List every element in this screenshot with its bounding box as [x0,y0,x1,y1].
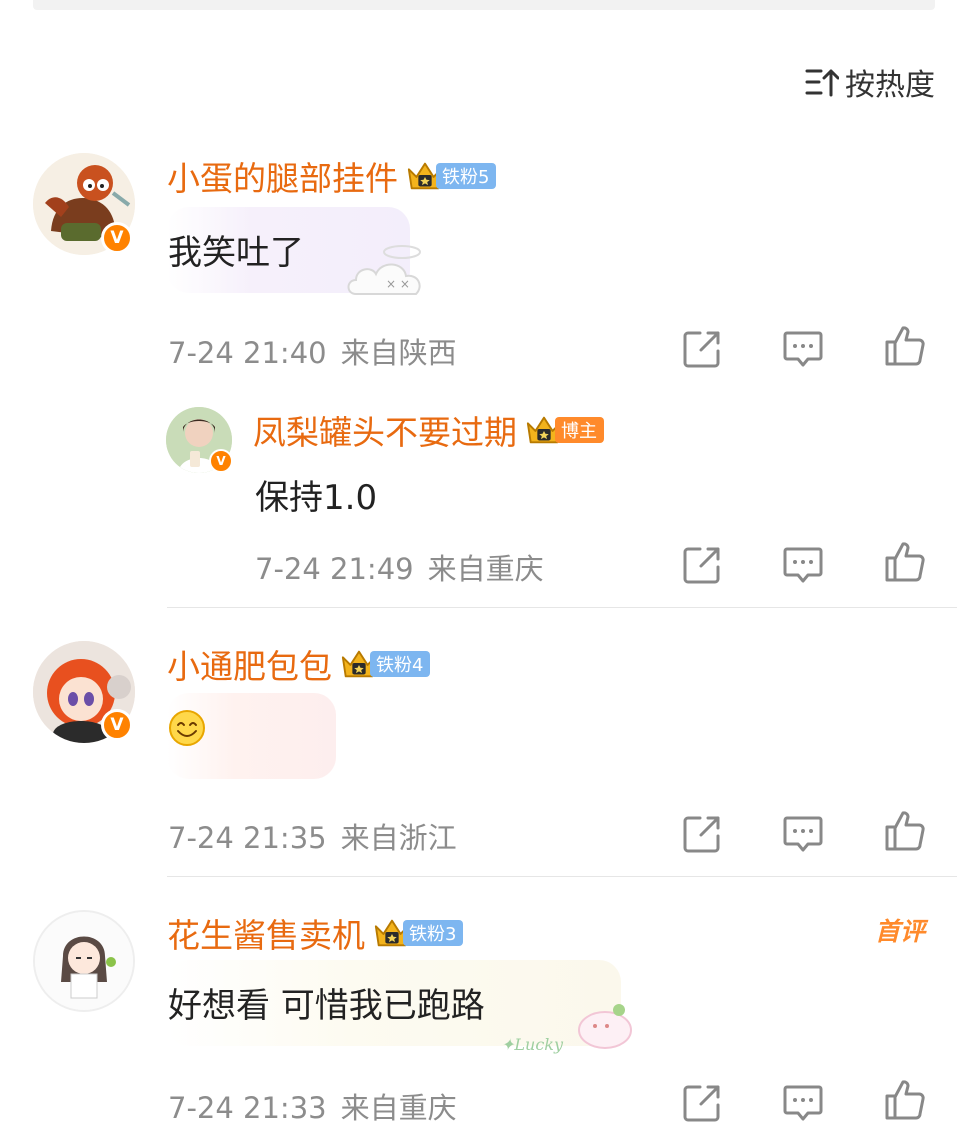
previous-section-bottom [33,0,935,10]
like-icon[interactable] [883,540,927,584]
reply-verified-badge: V [209,449,233,473]
fan-badge-label: 铁粉4 [370,651,431,677]
fan-badge-label: 铁粉3 [403,920,464,946]
divider [167,876,957,877]
comment-time: 7-24 21:40 [168,336,327,370]
comment-text: 我笑吐了 [168,233,304,273]
reply-location: 来自重庆 [427,552,544,586]
sort-icon [805,69,839,97]
sort-label: 按热度 [845,68,935,103]
sort-by-hot-button[interactable]: 按热度 [805,60,935,104]
blogger-badge[interactable]: 博主 [525,415,604,445]
username[interactable]: 小通肥包包 [167,640,332,688]
reply-username[interactable]: 凤梨罐头不要过期 [253,406,517,454]
like-icon[interactable] [883,809,927,853]
fan-badge-label: 铁粉5 [436,163,497,189]
comment-location: 来自重庆 [340,1091,457,1125]
reply-text: 保持1.0 [255,478,378,518]
smile-emoji-icon [169,710,205,746]
avatar[interactable] [33,910,135,1012]
comment-header: 小通肥包包 铁粉4 [167,640,431,688]
like-icon[interactable] [883,1078,927,1122]
username[interactable]: 小蛋的腿部挂件 [167,152,398,200]
verified-badge: V [101,222,133,254]
share-icon[interactable] [681,811,725,855]
first-comment-label: 首评 [874,917,925,946]
share-icon[interactable] [681,326,725,370]
chibi-girl-avatar-icon [35,912,133,1010]
comment-location: 来自陕西 [340,336,457,370]
reply-header: 凤梨罐头不要过期 博主 [253,406,604,454]
reply-meta: 7-24 21:49 来自重庆 [255,546,544,588]
comment-location: 来自浙江 [340,821,457,855]
comment-text: 好想看 可惜我已跑路 [168,986,485,1026]
comment-meta: 7-24 21:35 来自浙江 [168,815,457,857]
comment-icon[interactable] [781,811,825,855]
cloud-ghost-sticker-icon: × × [347,245,421,295]
blogger-badge-label: 博主 [555,417,604,443]
username[interactable]: 花生酱售卖机 [167,909,365,957]
like-icon[interactable] [883,324,927,368]
comment-time: 7-24 21:35 [168,821,327,855]
svg-text:✦Lucky: ✦Lucky [501,1035,564,1054]
fan-badge[interactable]: 铁粉4 [340,649,431,679]
fan-badge[interactable]: 铁粉3 [373,918,464,948]
comment-header: 小蛋的腿部挂件 铁粉5 [167,152,497,200]
comment-icon[interactable] [781,326,825,370]
comment-meta: 7-24 21:40 来自陕西 [168,330,457,372]
reply-time: 7-24 21:49 [255,552,414,586]
svg-text:× ×: × × [386,277,410,291]
verified-badge: V [101,709,133,741]
comment-icon[interactable] [781,542,825,586]
share-icon[interactable] [681,542,725,586]
comment-header: 花生酱售卖机 铁粉3 [167,909,464,957]
comment-icon[interactable] [781,1080,825,1124]
comment-meta: 7-24 21:33 来自重庆 [168,1085,457,1127]
share-icon[interactable] [681,1080,725,1124]
lucky-cat-sticker-icon: ✦Lucky [501,1004,632,1054]
comment-time: 7-24 21:33 [168,1091,327,1125]
fan-badge[interactable]: 铁粉5 [406,161,497,191]
divider [167,607,957,608]
